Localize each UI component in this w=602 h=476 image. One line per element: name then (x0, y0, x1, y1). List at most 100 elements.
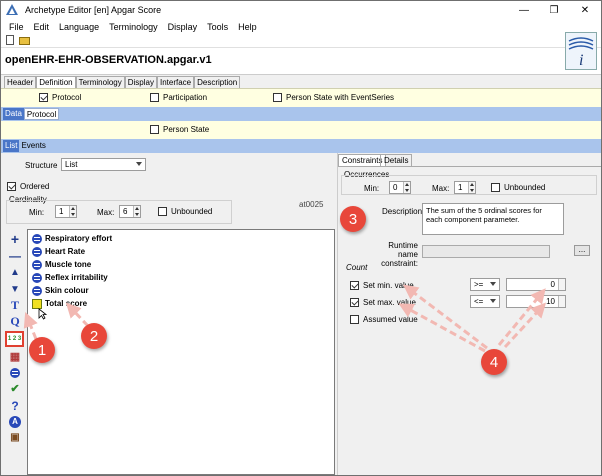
tab-interface[interactable]: Interface (156, 76, 195, 88)
open-folder-icon[interactable] (19, 35, 31, 46)
mouse-cursor-icon (38, 308, 48, 320)
menu-display[interactable]: Display (163, 22, 203, 32)
checkbox-icon[interactable] (273, 93, 282, 102)
tree-item-muscle-tone[interactable]: Muscle tone (32, 258, 91, 271)
structure-value: List (65, 160, 78, 169)
tab-data[interactable]: Data (3, 108, 24, 120)
unbounded-label: Unbounded (504, 183, 546, 192)
checkbox-icon[interactable] (150, 125, 159, 134)
assumed-value-checkbox[interactable]: Assumed value (350, 315, 418, 324)
protocol-bar: Protocol Participation Person State with… (1, 88, 601, 107)
min-value: 0 (550, 280, 555, 289)
move-down-icon[interactable]: ▼ (7, 282, 23, 297)
maximize-button[interactable]: ❐ (539, 1, 569, 19)
occurrences-min-value: 0 (393, 183, 398, 192)
tree-item-skin-colour[interactable]: Skin colour (32, 284, 89, 297)
new-document-icon[interactable] (4, 35, 16, 46)
tree-item-label: Muscle tone (45, 260, 92, 269)
person-state-checkbox[interactable]: Person State (150, 125, 209, 134)
tab-display[interactable]: Display (124, 76, 157, 88)
set-max-value-checkbox[interactable]: Set max. value (350, 298, 416, 307)
spinner-icon[interactable] (69, 206, 76, 217)
tree-item-reflex-irritability[interactable]: Reflex irritability (32, 271, 108, 284)
add-icon[interactable]: + (7, 231, 23, 247)
runtime-name-browse-button[interactable]: ... (574, 245, 590, 256)
occurrences-max-label: Max: (432, 184, 450, 193)
checkbox-checked-icon[interactable] (350, 298, 359, 307)
tab-events[interactable]: Events (19, 140, 47, 152)
element-tree[interactable]: Respiratory effort Heart Rate Muscle ton… (27, 229, 335, 475)
spinner-icon[interactable] (133, 206, 140, 217)
multimedia-icon[interactable]: ▣ (7, 430, 23, 445)
count-icon[interactable]: 1 2 3 (5, 331, 24, 347)
tree-item-heart-rate[interactable]: Heart Rate (32, 245, 85, 258)
coded-text-icon (32, 272, 42, 283)
ordered-label: Ordered (20, 182, 50, 191)
max-operator-select[interactable]: <= (470, 295, 500, 308)
tab-terminology[interactable]: Terminology (75, 76, 125, 88)
tree-item-label: Total score (45, 299, 88, 308)
set-max-value-label: Set max. value (363, 298, 416, 307)
coded-text-icon (32, 285, 42, 296)
coded-text-icon[interactable] (7, 365, 23, 380)
runtime-name-input[interactable] (422, 245, 550, 258)
menu-edit[interactable]: Edit (29, 22, 55, 32)
spinner-icon[interactable] (558, 296, 565, 307)
menu-language[interactable]: Language (54, 22, 104, 32)
set-min-value-checkbox[interactable]: Set min. value (350, 281, 414, 290)
boolean-icon[interactable]: ✔ (7, 381, 23, 396)
set-min-value-label: Set min. value (363, 281, 414, 290)
tab-list[interactable]: List (3, 140, 20, 152)
tree-item-respiratory-effort[interactable]: Respiratory effort (32, 232, 112, 245)
cardinality-unbounded-checkbox[interactable]: Unbounded (158, 207, 212, 216)
person-state-eventseries-checkbox[interactable]: Person State with EventSeries (273, 93, 394, 102)
slot-letter: A (9, 415, 21, 428)
checkbox-checked-icon[interactable] (39, 93, 48, 102)
checkbox-checked-icon[interactable] (7, 182, 16, 191)
help-icon[interactable]: ? (7, 398, 23, 413)
main-tabs: Header Definition Terminology Display In… (1, 74, 601, 88)
structure-select[interactable]: List (61, 158, 146, 171)
checkbox-icon[interactable] (150, 93, 159, 102)
occurrences-unbounded-checkbox[interactable]: Unbounded (491, 183, 545, 192)
menu-terminology[interactable]: Terminology (104, 22, 163, 32)
occurrences-max-input[interactable]: 1 (454, 181, 476, 194)
min-value-input[interactable]: 0 (506, 278, 566, 291)
menu-help[interactable]: Help (233, 22, 262, 32)
minimize-button[interactable]: — (509, 1, 539, 19)
description-textarea[interactable]: The sum of the 5 ordinal scores for each… (422, 203, 564, 235)
ordered-checkbox[interactable]: Ordered (7, 182, 49, 191)
occurrences-min-input[interactable]: 0 (389, 181, 411, 194)
spinner-icon[interactable] (558, 279, 565, 290)
tab-description[interactable]: Description (194, 76, 241, 88)
remove-icon[interactable]: — (7, 248, 23, 263)
tab-details[interactable]: Details (380, 154, 413, 166)
quantity-icon[interactable]: Q (7, 314, 23, 329)
cardinality-min-input[interactable]: 1 (55, 205, 77, 218)
close-button[interactable]: ✕ (569, 1, 601, 19)
move-up-icon[interactable]: ▲ (7, 265, 23, 280)
cardinality-max-input[interactable]: 6 (119, 205, 141, 218)
datetime-icon[interactable]: ▦ (7, 349, 23, 364)
participation-checkbox[interactable]: Participation (150, 93, 207, 102)
protocol-checkbox[interactable]: Protocol (39, 93, 81, 102)
tab-protocol[interactable]: Protocol (23, 108, 60, 120)
spinner-icon[interactable] (468, 182, 475, 193)
assumed-value-label: Assumed value (363, 315, 418, 324)
checkbox-checked-icon[interactable] (350, 281, 359, 290)
slot-icon[interactable]: A (7, 414, 23, 429)
menu-file[interactable]: File (4, 22, 29, 32)
protocol-label: Protocol (52, 93, 82, 102)
menu-tools[interactable]: Tools (202, 22, 233, 32)
checkbox-icon[interactable] (350, 315, 359, 324)
checkbox-icon[interactable] (491, 183, 500, 192)
tab-definition[interactable]: Definition (36, 76, 76, 88)
text-icon[interactable]: T (7, 298, 23, 313)
node-tool-column: + — ▲ ▼ T Q 1 2 3 ▦ ✔ ? A ▣ (5, 231, 25, 471)
tab-header[interactable]: Header (4, 76, 37, 88)
min-operator-select[interactable]: >= (470, 278, 500, 291)
tree-item-label: Respiratory effort (45, 234, 113, 243)
spinner-icon[interactable] (403, 182, 410, 193)
checkbox-icon[interactable] (158, 207, 167, 216)
max-value-input[interactable]: 10 (506, 295, 566, 308)
